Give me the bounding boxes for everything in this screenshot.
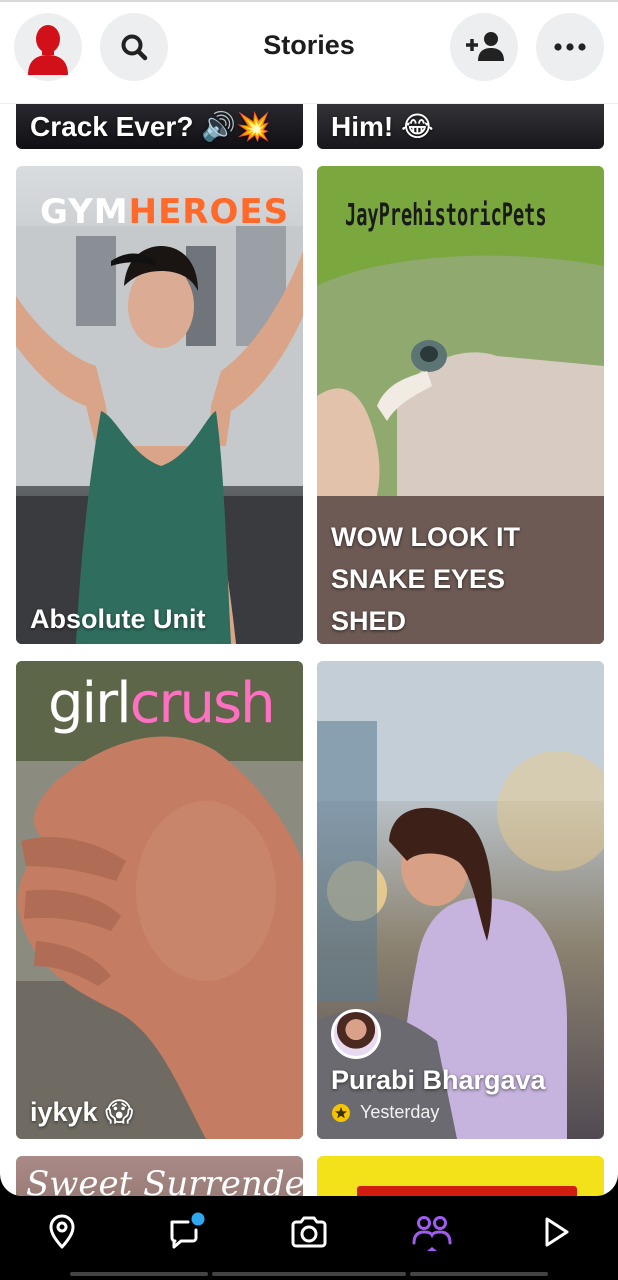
story-brand-logo: JayPrehistoricPets <box>345 198 547 233</box>
stories-screen: Stories Crack Ever? 🔊💥 Him! 😂 GYMHEROES … <box>0 0 618 1196</box>
add-friend-icon <box>466 32 504 61</box>
story-tile[interactable]: Purabi Bhargava Yesterday <box>317 661 604 1139</box>
more-horizontal-icon <box>554 43 586 51</box>
story-tile-partial[interactable]: Crack Ever? 🔊💥 <box>16 104 303 149</box>
story-tile[interactable]: GYMHEROES Absolute Unit <box>16 166 303 644</box>
camera-icon <box>291 1216 327 1248</box>
story-caption: Him! 😂 <box>331 111 434 142</box>
story-caption: Crack Ever? 🔊💥 <box>30 111 271 142</box>
chat-badge <box>191 1212 205 1226</box>
nav-spotlight-button[interactable] <box>526 1204 586 1260</box>
story-brand-logo: GYMHEROES <box>40 192 290 232</box>
story-meta: Yesterday <box>331 1102 439 1123</box>
spotlight-icon <box>545 1217 569 1247</box>
star-badge-icon <box>332 1103 350 1122</box>
map-icon <box>49 1214 75 1249</box>
bottom-navigation <box>0 1196 618 1280</box>
stories-icon <box>412 1216 452 1251</box>
gesture-bar-segment <box>70 1272 208 1276</box>
story-brand-logo: Sweet Surrender <box>26 1164 303 1196</box>
header: Stories <box>0 0 618 104</box>
stories-feed[interactable]: Crack Ever? 🔊💥 Him! 😂 GYMHEROES Absolute… <box>0 104 618 1196</box>
nav-chat-button[interactable] <box>156 1204 216 1260</box>
top-divider <box>0 0 618 2</box>
chat-icon <box>170 1212 205 1249</box>
story-caption: iykyk 😱 <box>30 1097 134 1127</box>
add-friend-button[interactable] <box>450 13 518 81</box>
more-button[interactable] <box>536 13 604 81</box>
story-tile-partial[interactable] <box>317 1156 604 1196</box>
nav-stories-button[interactable] <box>402 1204 462 1260</box>
nav-camera-button[interactable] <box>279 1204 339 1260</box>
story-caption: WOW LOOK IT SNAKE EYES SHED <box>331 522 520 636</box>
story-brand-logo: girlcrush <box>48 671 276 736</box>
story-tile-partial[interactable]: Him! 😂 <box>317 104 604 149</box>
story-author-name: Purabi Bhargava <box>331 1065 546 1095</box>
nav-map-button[interactable] <box>32 1204 92 1260</box>
page-title: Stories <box>263 30 355 60</box>
story-tile[interactable]: girlcrush iykyk 😱 <box>16 661 303 1139</box>
story-thumbnail <box>16 226 303 644</box>
story-avatar <box>331 1009 381 1059</box>
story-thumbnail <box>357 1186 577 1196</box>
story-timestamp: Yesterday <box>360 1102 440 1122</box>
gesture-bar-segment <box>212 1272 406 1276</box>
story-tile[interactable]: JayPrehistoricPets WOW LOOK IT SNAKE EYE… <box>317 166 604 644</box>
gesture-bar-segment <box>410 1272 548 1276</box>
story-tile-partial[interactable]: Sweet Surrender <box>16 1156 303 1196</box>
story-caption: Absolute Unit <box>30 604 206 634</box>
